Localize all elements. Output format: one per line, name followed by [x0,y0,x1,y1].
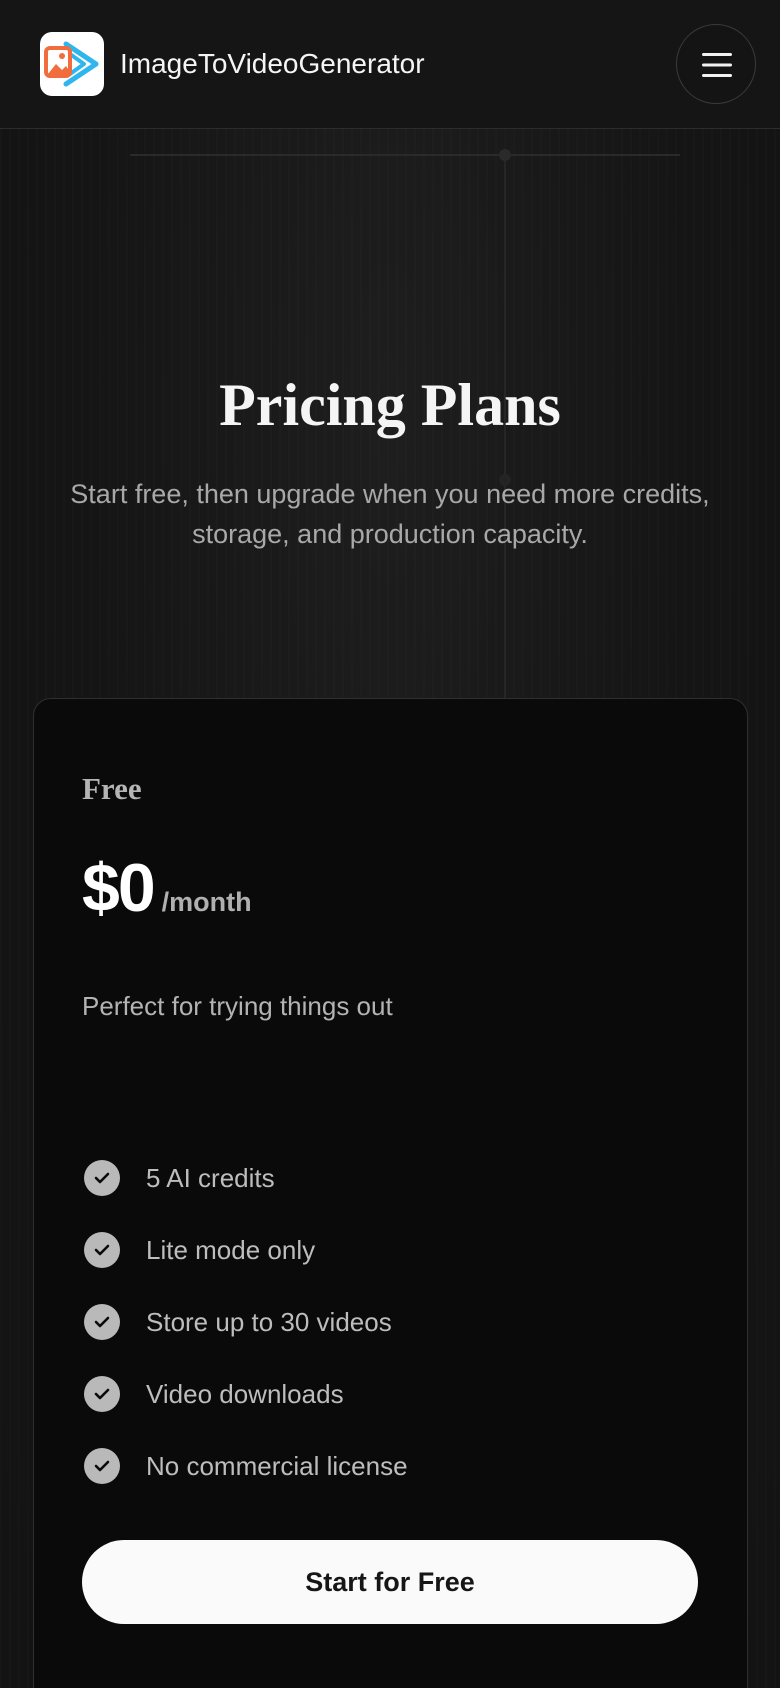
plan-card-free: Free $0/month Perfect for trying things … [33,698,748,1688]
check-circle-icon [84,1448,120,1484]
plan-name: Free [82,771,142,806]
feature-item: Lite mode only [82,1214,408,1286]
check-circle-icon [84,1232,120,1268]
pricing-page: ImageToVideoGenerator Pricing Plans Star… [0,0,780,1688]
check-circle-icon [84,1304,120,1340]
plan-price: $0 [82,850,156,926]
feature-label: Store up to 30 videos [146,1306,392,1337]
check-circle-icon [84,1376,120,1412]
plan-price-row: $0/month [82,849,252,929]
feature-item: No commercial license [82,1430,408,1502]
start-for-free-button[interactable]: Start for Free [82,1540,698,1624]
menu-button[interactable] [676,24,756,104]
plan-features-list: 5 AI credits Lite mode only Store up to … [82,1142,408,1502]
logo[interactable] [40,32,104,96]
image-to-video-logo-icon [44,41,99,87]
site-header: ImageToVideoGenerator [0,0,780,129]
page-subtitle: Start free, then upgrade when you need m… [70,479,710,549]
feature-item: Video downloads [82,1358,408,1430]
check-circle-icon [84,1160,120,1196]
hamburger-menu-icon [702,53,732,77]
feature-item: Store up to 30 videos [82,1286,408,1358]
feature-label: Video downloads [146,1378,344,1409]
feature-label: Lite mode only [146,1234,316,1265]
page-title: Pricing Plans [219,372,561,438]
brand-name[interactable]: ImageToVideoGenerator [120,48,425,80]
feature-label: 5 AI credits [146,1162,275,1193]
plan-description: Perfect for trying things out [82,991,393,1021]
plan-period: /month [161,887,252,917]
feature-label: No commercial license [146,1450,408,1481]
feature-item: 5 AI credits [82,1142,408,1214]
